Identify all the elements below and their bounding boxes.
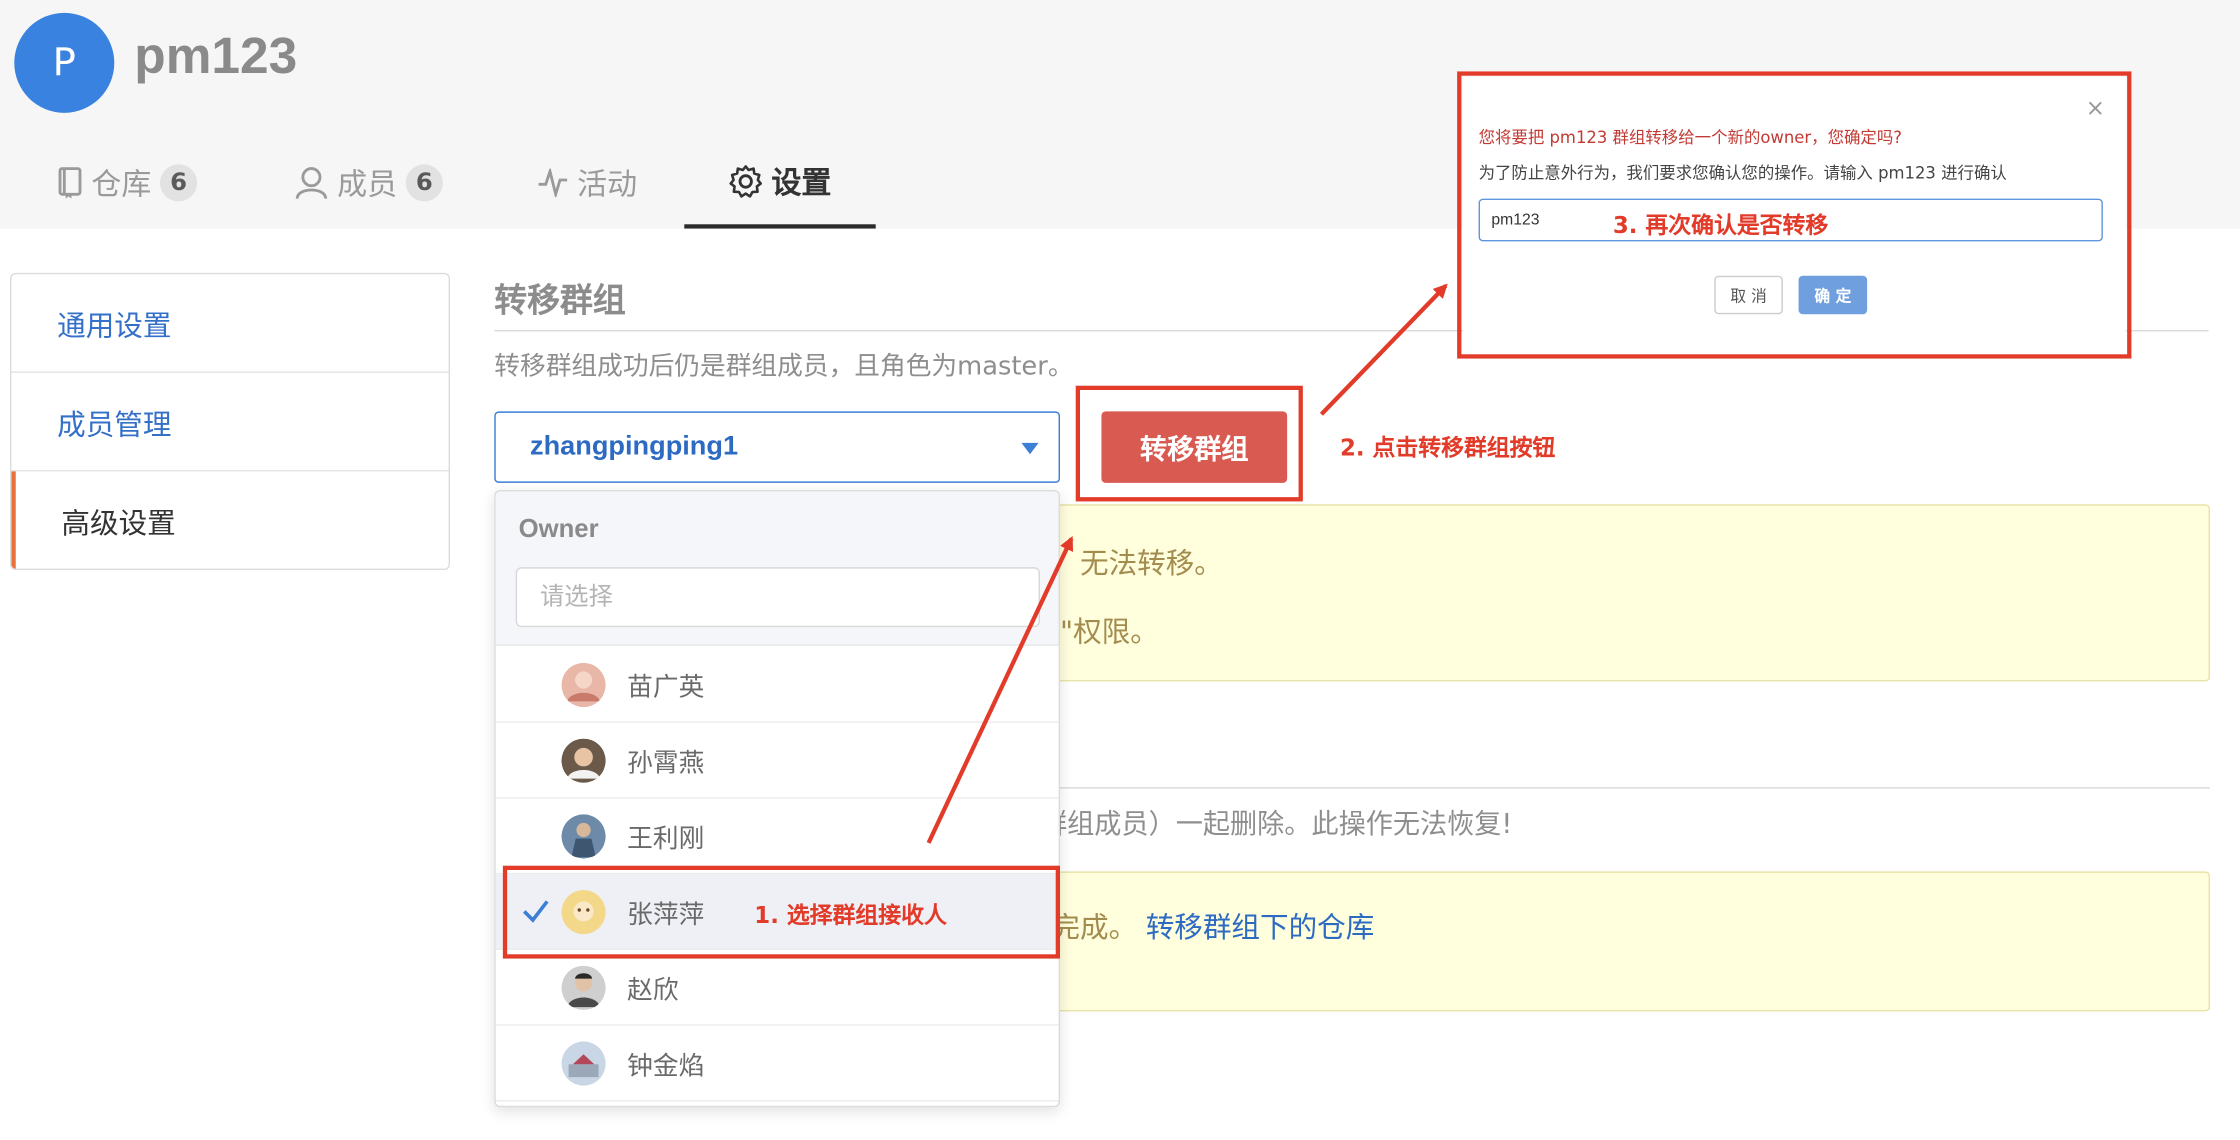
group-avatar: P bbox=[14, 12, 115, 113]
tab-repos[interactable]: 仓库 6 bbox=[57, 143, 207, 229]
option-name: 钟金焰 bbox=[627, 1051, 705, 1082]
tab-members[interactable]: 成员 6 bbox=[294, 143, 451, 229]
gear-icon bbox=[729, 164, 762, 197]
members-count-badge: 6 bbox=[405, 164, 443, 202]
group-title: pm123 bbox=[134, 25, 298, 85]
dropdown-search-input[interactable] bbox=[515, 567, 1040, 628]
option-name: 王利刚 bbox=[627, 824, 705, 855]
sidebar-item-members[interactable]: 成员管理 bbox=[11, 373, 449, 472]
tab-settings[interactable]: 设置 bbox=[684, 143, 876, 229]
annotation-step-3: 3. 再次确认是否转移 bbox=[1612, 211, 1829, 239]
dropdown-group-label: Owner bbox=[518, 514, 599, 543]
transfer-description: 转移群组成功后仍是群组成员，且角色为master。 bbox=[494, 351, 1074, 382]
owner-option[interactable]: 赵欣 bbox=[495, 950, 1059, 1026]
owner-option[interactable]: 孙霄燕 bbox=[495, 723, 1059, 799]
option-name: 赵欣 bbox=[627, 975, 679, 1006]
tab-activity[interactable]: 活动 bbox=[537, 143, 651, 229]
tab-members-label: 成员 bbox=[337, 167, 398, 202]
owner-select[interactable]: zhangpingping1 bbox=[494, 411, 1060, 483]
option-name: 孙霄燕 bbox=[627, 748, 705, 779]
repos-count-badge: 6 bbox=[159, 164, 198, 202]
user-avatar bbox=[561, 814, 606, 859]
person-icon bbox=[295, 167, 328, 199]
warning-line-2: "权限。 bbox=[1059, 614, 1159, 649]
repo-book-icon bbox=[58, 167, 82, 199]
owner-option[interactable]: 苗广英 bbox=[495, 647, 1059, 723]
arrow-to-modal bbox=[1319, 283, 1448, 416]
user-avatar bbox=[561, 965, 606, 1010]
sidebar-item-advanced[interactable]: 高级设置 bbox=[11, 471, 448, 569]
warning-line-1: 无法转移。 bbox=[1079, 545, 1223, 580]
tab-activity-label: 活动 bbox=[577, 167, 638, 202]
option-name: 苗广英 bbox=[627, 672, 705, 703]
user-avatar bbox=[561, 1041, 606, 1086]
caret-down-icon bbox=[1021, 442, 1039, 455]
owner-select-value: zhangpingping1 bbox=[529, 431, 739, 462]
delete-section-divider bbox=[1038, 787, 2210, 789]
tab-settings-label: 设置 bbox=[771, 164, 832, 200]
annotation-step-2: 2. 点击转移群组按钮 bbox=[1339, 434, 1556, 462]
warning-line-3: 完成。 bbox=[1051, 909, 1138, 945]
owner-option[interactable]: 钟金焰 bbox=[495, 1026, 1059, 1102]
transfer-warning-box: 无法转移。 "权限。 bbox=[1038, 504, 2210, 682]
activity-pulse-icon bbox=[538, 168, 568, 198]
dropdown-header: Owner bbox=[495, 491, 1059, 646]
user-avatar bbox=[561, 738, 606, 783]
sidebar-item-general[interactable]: 通用设置 bbox=[11, 274, 449, 373]
delete-warning-box: 完成。 转移群组下的仓库 bbox=[1038, 871, 2210, 1012]
user-avatar bbox=[561, 662, 606, 708]
owner-dropdown: Owner 苗广英 孙霄燕 王利刚 张萍萍 赵欣 钟金焰 bbox=[494, 489, 1060, 1108]
transfer-section-title: 转移群组 bbox=[494, 282, 626, 320]
settings-sidebar: 通用设置 成员管理 高级设置 bbox=[9, 272, 450, 570]
delete-description: 群组成员）一起删除。此操作无法恢复! bbox=[1039, 808, 1513, 840]
annotation-box-button bbox=[1075, 385, 1303, 502]
transfer-repos-link[interactable]: 转移群组下的仓库 bbox=[1146, 904, 1375, 945]
annotation-step-1: 1. 选择群组接收人 bbox=[754, 901, 947, 929]
owner-option[interactable]: 王利刚 bbox=[495, 799, 1059, 875]
tab-repos-label: 仓库 bbox=[91, 167, 152, 202]
